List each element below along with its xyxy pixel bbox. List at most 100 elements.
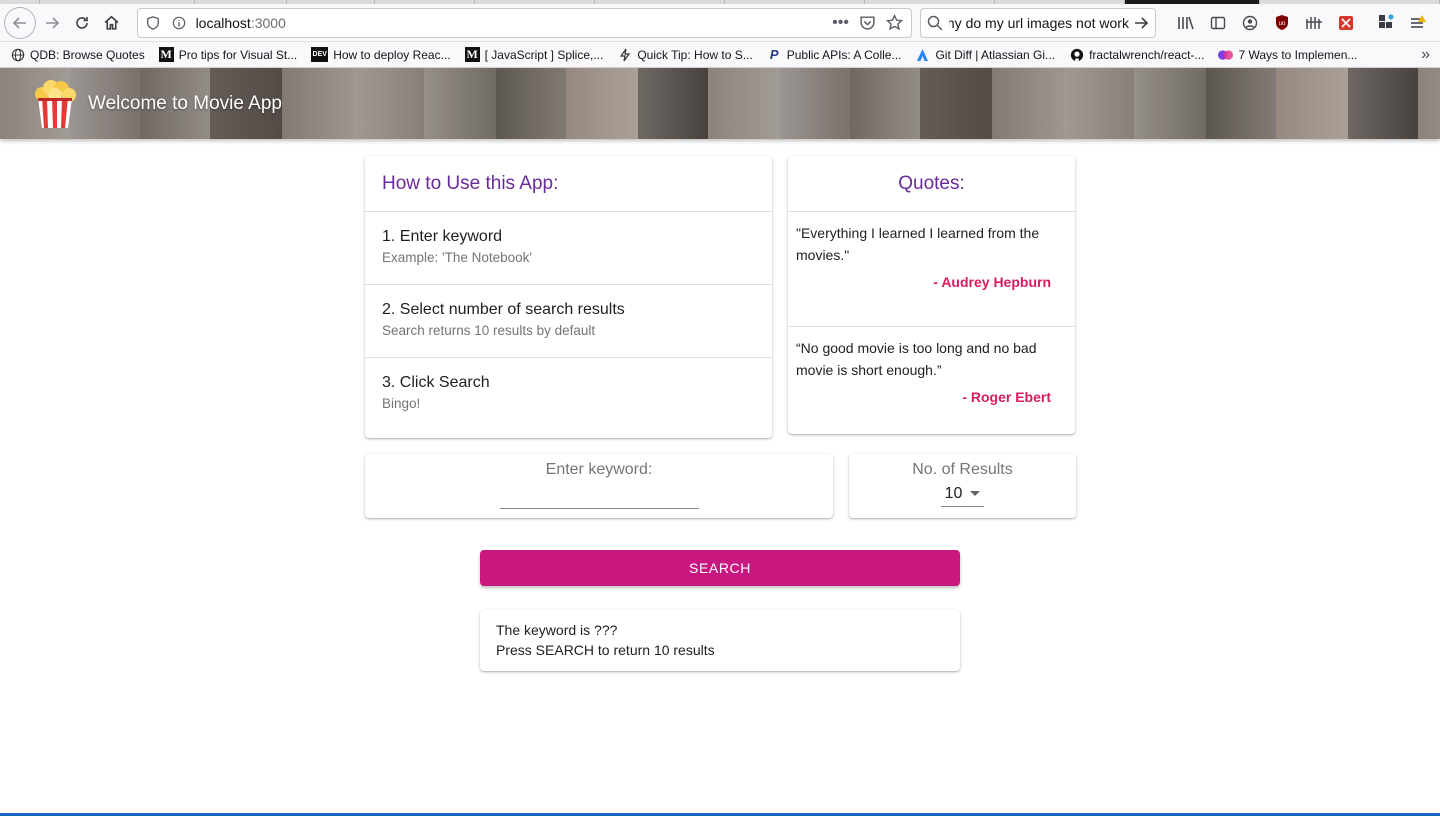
bookmark-item[interactable]: Quick Tip: How to S...	[617, 47, 753, 62]
extension-icon[interactable]	[1298, 8, 1330, 38]
bolt-icon	[617, 47, 632, 62]
arrow-right-icon[interactable]	[1133, 15, 1149, 31]
step-description: Search returns 10 results by default	[382, 323, 596, 338]
quote-text: “No good movie is too long and no bad mo…	[796, 340, 1037, 378]
search-icon	[927, 15, 943, 31]
forward-button[interactable]	[37, 8, 67, 38]
quote-author: - Audrey Hepburn	[933, 274, 1051, 290]
home-button[interactable]	[97, 8, 127, 38]
tab-strip	[0, 0, 1440, 4]
how-to-card: How to Use this App: 1. Enter keyword Ex…	[365, 156, 772, 438]
tab[interactable]	[865, 0, 995, 4]
more-icon[interactable]: •••	[832, 14, 849, 32]
search-info-card: The keyword is ??? Press SEARCH to retur…	[480, 610, 960, 671]
home-icon	[104, 15, 119, 30]
list-item: 2. Select number of search results Searc…	[365, 285, 772, 358]
extension-red-icon[interactable]	[1330, 8, 1362, 38]
bookmark-label: Quick Tip: How to S...	[637, 47, 753, 62]
results-value: 10	[944, 484, 963, 502]
chevrons-right-icon[interactable]: »	[1421, 46, 1430, 64]
url-text: localhost:3000	[196, 15, 823, 31]
menu-icon[interactable]	[1402, 8, 1434, 38]
library-icon[interactable]	[1170, 8, 1202, 38]
browser-navbar: localhost:3000 ••• why do my url images …	[0, 4, 1440, 42]
popcorn-icon	[35, 79, 76, 128]
keyword-input[interactable]	[499, 483, 699, 509]
bookmark-item[interactable]: QDB: Browse Quotes	[10, 47, 145, 62]
quotes-title: Quotes:	[898, 172, 965, 194]
bookmark-label: How to deploy Reac...	[333, 47, 451, 62]
bookmark-label: QDB: Browse Quotes	[30, 47, 145, 62]
ublock-icon[interactable]: uo	[1266, 8, 1298, 38]
info-icon	[172, 16, 185, 29]
paypal-icon: P	[769, 47, 779, 62]
reload-icon	[75, 16, 88, 29]
quote-author: - Roger Ebert	[962, 389, 1051, 405]
atlassian-icon	[915, 47, 930, 62]
bookmark-item[interactable]: P Public APIs: A Colle...	[767, 47, 902, 62]
tab[interactable]	[725, 0, 865, 4]
bookmarks-bar: QDB: Browse Quotes M Pro tips for Visual…	[0, 42, 1440, 68]
tab[interactable]	[995, 0, 1125, 4]
tab[interactable]	[475, 0, 595, 4]
how-to-title: How to Use this App:	[382, 172, 559, 194]
bookmark-item[interactable]: 7 Ways to Implemen...	[1218, 47, 1357, 62]
tab[interactable]	[40, 0, 195, 4]
bookmark-item[interactable]: Git Diff | Atlassian Gi...	[915, 47, 1055, 62]
tab[interactable]	[375, 0, 475, 4]
heart-icon	[1218, 47, 1234, 62]
extensions-grid-icon[interactable]	[1370, 8, 1402, 38]
tab[interactable]	[595, 0, 725, 4]
how-to-header: How to Use this App:	[365, 156, 772, 212]
medium-icon: M	[158, 47, 174, 62]
step-description: Bingo!	[382, 396, 421, 411]
quote-item: "Everything I learned I learned from the…	[788, 212, 1075, 327]
quotes-header: Quotes:	[788, 156, 1075, 212]
tab[interactable]	[1260, 0, 1440, 4]
bookmark-item[interactable]: fractalwrench/react-...	[1069, 47, 1204, 62]
tab[interactable]	[195, 0, 287, 4]
bookmark-item[interactable]: DEV How to deploy Reac...	[311, 47, 451, 62]
star-icon[interactable]	[885, 14, 903, 31]
account-icon[interactable]	[1234, 8, 1266, 38]
quotes-card: Quotes: "Everything I learned I learned …	[788, 156, 1075, 434]
search-button[interactable]: SEARCH	[480, 550, 960, 586]
app-header: Welcome to Movie App	[0, 68, 1440, 139]
browser-search-bar[interactable]: why do my url images not work	[919, 7, 1156, 38]
bookmark-label: 7 Ways to Implemen...	[1238, 47, 1358, 62]
results-card: No. of Results 10	[849, 454, 1076, 518]
medium-icon: M	[464, 47, 480, 62]
bookmark-label: fractalwrench/react-...	[1089, 47, 1205, 62]
browser-search-text: why do my url images not work	[948, 14, 1129, 31]
toolbar-icons: uo	[1170, 8, 1434, 38]
step-title: 3. Click Search	[382, 374, 490, 391]
sidebar-icon[interactable]	[1202, 8, 1234, 38]
url-host: localhost	[195, 14, 251, 31]
results-select[interactable]: 10	[941, 481, 984, 507]
caret-down-icon	[970, 491, 981, 496]
tab[interactable]	[0, 0, 40, 4]
step-description: Example: 'The Notebook'	[382, 250, 532, 265]
bookmark-item[interactable]: M [ JavaScript ] Splice,...	[464, 47, 604, 62]
globe-icon	[10, 47, 25, 62]
tab-active[interactable]	[1125, 0, 1260, 4]
bookmark-label: Git Diff | Atlassian Gi...	[935, 47, 1056, 62]
bookmark-item[interactable]: M Pro tips for Visual St...	[158, 47, 298, 62]
back-button[interactable]	[4, 6, 36, 39]
quote-text: "Everything I learned I learned from the…	[796, 225, 1040, 263]
url-port: :3000	[250, 14, 286, 31]
arrow-right-icon	[45, 16, 59, 29]
bookmark-label: [ JavaScript ] Splice,...	[484, 47, 604, 62]
url-bar[interactable]: localhost:3000 •••	[136, 7, 912, 38]
shield-icon	[146, 15, 159, 30]
bookmark-label: Pro tips for Visual St...	[178, 47, 298, 62]
pocket-icon[interactable]	[859, 14, 876, 31]
step-title: 2. Select number of search results	[382, 301, 625, 318]
list-item: 3. Click Search Bingo!	[365, 358, 772, 431]
tab[interactable]	[287, 0, 375, 4]
arrow-left-icon	[12, 16, 26, 29]
list-item: 1. Enter keyword Example: 'The Notebook'	[365, 212, 772, 285]
bookmark-label: Public APIs: A Colle...	[786, 47, 902, 62]
reload-button[interactable]	[67, 8, 97, 38]
svg-text:uo: uo	[1279, 21, 1286, 27]
